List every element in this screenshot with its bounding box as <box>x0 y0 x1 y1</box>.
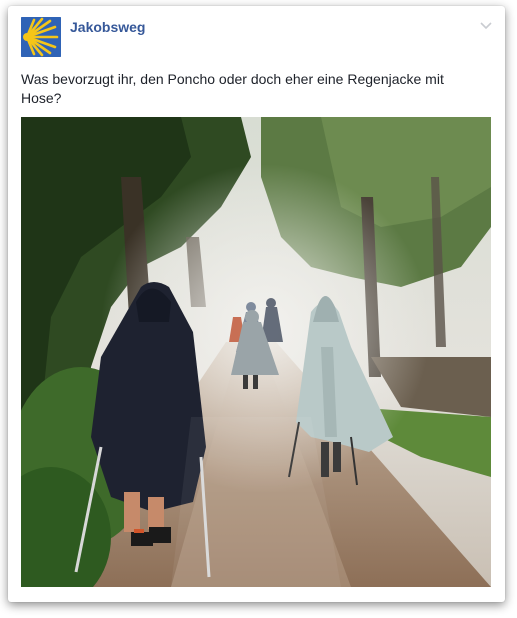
pilgrims-in-rain-photo <box>21 117 491 587</box>
chevron-down-icon <box>480 22 492 30</box>
post-options-button[interactable] <box>479 18 493 30</box>
scallop-shell-icon <box>21 17 61 57</box>
post-message: Was bevorzugt ihr, den Poncho oder doch … <box>21 71 444 106</box>
page-name-link[interactable]: Jakobsweg <box>70 19 145 35</box>
post-header: Jakobsweg <box>21 17 145 57</box>
page-avatar[interactable] <box>21 17 61 57</box>
post-photo[interactable] <box>21 117 491 587</box>
post-card: Jakobsweg Was bevorzugt ihr, den Poncho … <box>8 6 505 602</box>
